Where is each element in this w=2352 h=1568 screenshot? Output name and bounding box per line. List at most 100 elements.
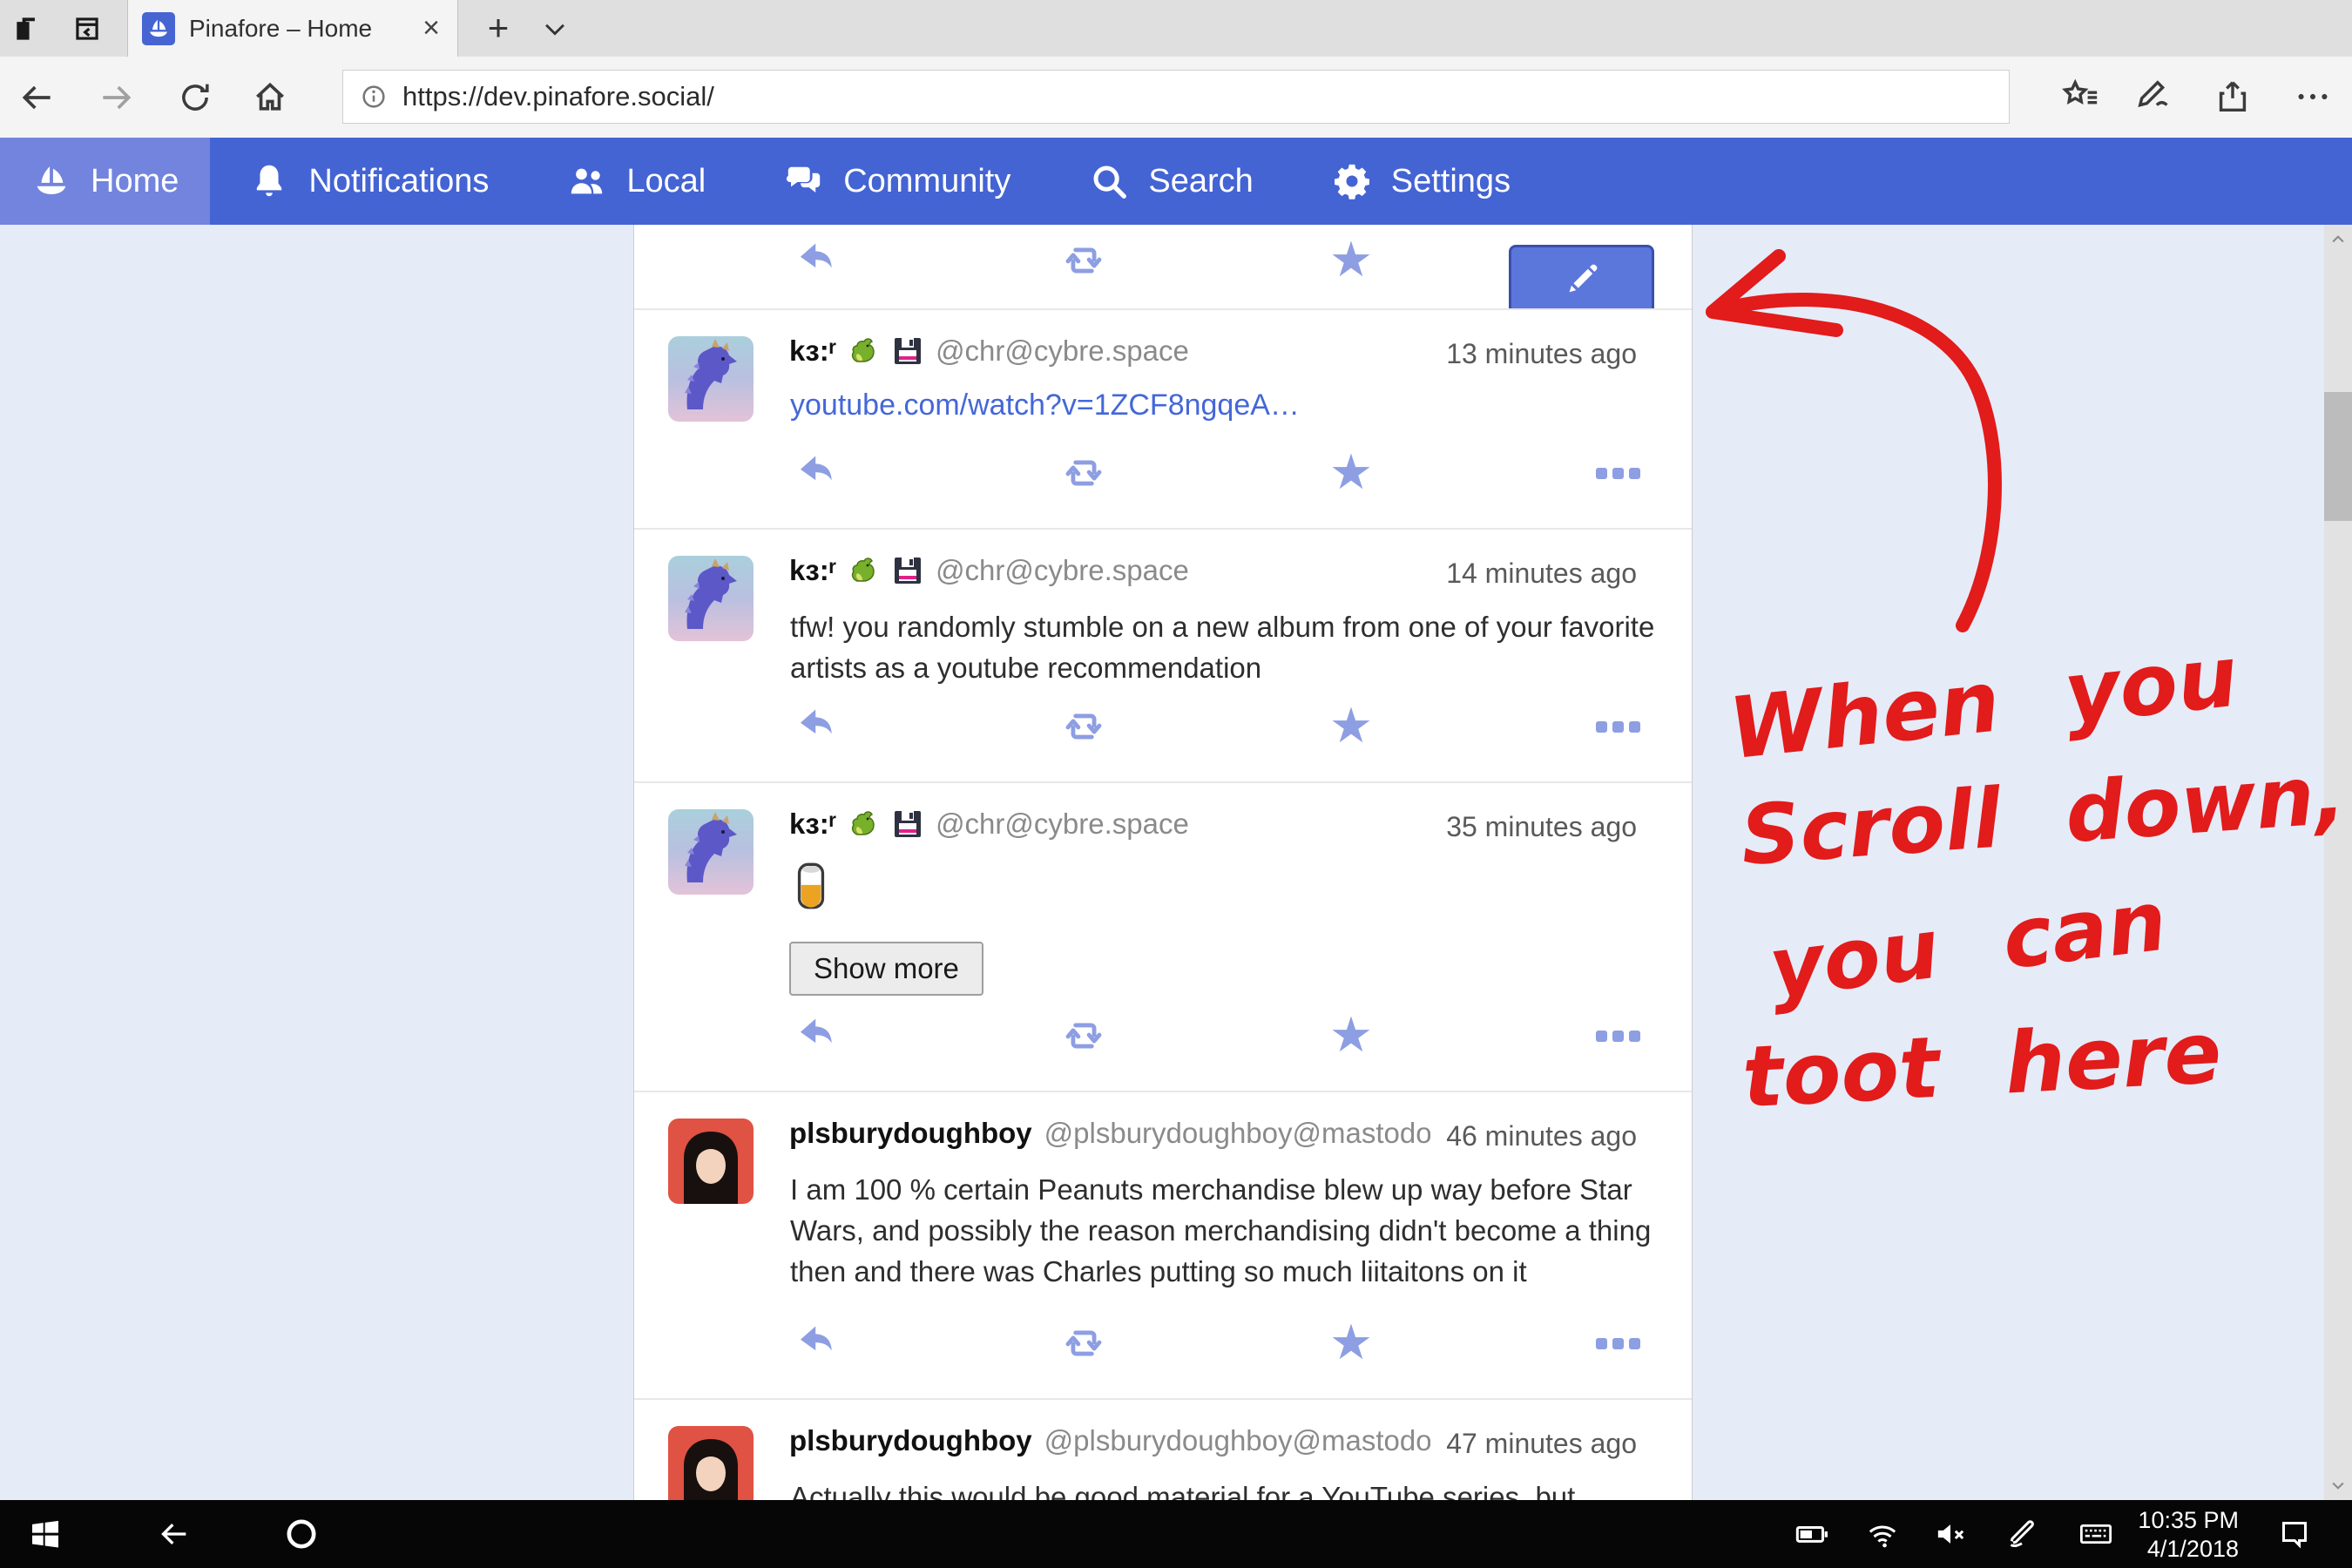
people-icon — [567, 161, 607, 201]
start-button windows-logo-icon[interactable] — [26, 1515, 64, 1553]
toot: kз:ʳ @chr@cybre.space 14 minutes ago tfw… — [634, 528, 1692, 781]
handwritten-annotation-line: When you — [1725, 627, 2242, 779]
pinafore-nav-bar: Home Notifications Local Community Searc… — [0, 138, 2352, 225]
toot-link[interactable]: youtube.com/watch?v=1ZCF8ngqeA… — [790, 389, 1300, 422]
volume-muted-icon[interactable] — [1931, 1515, 1970, 1553]
avatar dragon-avatar[interactable] — [668, 556, 754, 641]
nav-tab-home[interactable]: Home — [0, 138, 210, 225]
refresh-button refresh-icon[interactable] — [173, 76, 217, 119]
page-content: ★ kз:ʳ @chr@cybre.space 13 minutes ago — [0, 225, 2352, 1500]
toot-action-bar: ★ — [634, 701, 1692, 752]
toot-action-bar: ★ — [634, 448, 1692, 498]
green-dragon-emoji — [848, 335, 880, 367]
web-note-button pen-icon[interactable] — [2132, 74, 2178, 119]
boost-button boost-icon[interactable] — [1058, 1318, 1109, 1369]
tab-list-button chevron-down-icon[interactable] — [535, 10, 575, 47]
tab-preview-button[interactable] — [66, 9, 108, 49]
nav-label: Search — [1148, 163, 1253, 200]
more-options-button ellipsis-icon[interactable] — [1592, 1318, 1643, 1369]
toot-timestamp: 47 minutes ago — [1446, 1428, 1637, 1460]
scrollbar[interactable] — [2324, 225, 2352, 1500]
nav-tab-settings[interactable]: Settings — [1293, 138, 1550, 225]
favorite-button star-icon[interactable]: ★ — [1326, 1010, 1376, 1061]
tab-preview-icon — [71, 12, 104, 45]
avatar woman-avatar[interactable] — [668, 1119, 754, 1204]
taskbar-clock[interactable]: 10:35 PM 4/1/2018 — [2108, 1506, 2239, 1564]
browser-more-button ellipsis-icon[interactable] — [2290, 74, 2335, 119]
url-bar[interactable]: https://dev.pinafore.social/ — [342, 70, 2010, 124]
scrollbar-thumb[interactable] — [2324, 392, 2352, 521]
scroll-down-button chevron-down-icon[interactable] — [2324, 1470, 2352, 1500]
toot-header: plsburydoughboy @plsburydoughboy@mastodo… — [789, 1424, 1430, 1457]
boost-button boost-icon[interactable] — [1058, 448, 1109, 498]
battery-icon[interactable] — [1793, 1515, 1831, 1553]
wifi-icon[interactable] — [1863, 1515, 1902, 1553]
avatar dragon-avatar[interactable] — [668, 336, 754, 422]
reply-button reply-icon[interactable] — [793, 448, 843, 498]
nav-tab-local[interactable]: Local — [528, 138, 745, 225]
toot-timestamp: 35 minutes ago — [1446, 811, 1637, 843]
avatar woman-avatar[interactable] — [668, 1426, 754, 1500]
account-handle: @chr@cybre.space — [936, 808, 1189, 841]
floppy-disk-emoji — [892, 808, 923, 840]
reply-button reply-icon[interactable] — [793, 701, 843, 752]
edge-window: Pinafore – Home × + https://dev.pinafore… — [0, 0, 2352, 1568]
new-tab-button plus-icon[interactable]: + — [476, 5, 521, 51]
nav-tab-community[interactable]: Community — [745, 138, 1050, 225]
boost-button boost-icon[interactable] — [1058, 235, 1109, 286]
floppy-disk-emoji — [892, 555, 923, 586]
favorites-hub-button star-lines-icon[interactable] — [2058, 74, 2103, 119]
more-options-button ellipsis-icon[interactable] — [1592, 1010, 1643, 1061]
toot-partial: ★ — [634, 225, 1692, 308]
nav-tab-notifications[interactable]: Notifications — [210, 138, 528, 225]
cortana-button circle-icon[interactable] — [282, 1515, 321, 1553]
favorite-button star-icon[interactable]: ★ — [1326, 701, 1376, 752]
browser-tab[interactable]: Pinafore – Home × — [127, 0, 458, 57]
boost-button boost-icon[interactable] — [1058, 701, 1109, 752]
favorite-button star-icon[interactable]: ★ — [1326, 235, 1376, 286]
home-timeline: ★ kз:ʳ @chr@cybre.space 13 minutes ago — [633, 225, 1693, 1500]
display-name: kз:ʳ — [789, 554, 836, 587]
compose-toot-button[interactable] — [1509, 245, 1654, 308]
forward-button arrow-right-icon[interactable] — [94, 76, 138, 119]
home-button home-icon[interactable] — [248, 76, 292, 119]
share-button share-icon[interactable] — [2210, 74, 2255, 119]
green-dragon-emoji — [848, 555, 880, 586]
amber-drink-emoji — [796, 862, 826, 910]
nav-label: Settings — [1391, 163, 1511, 200]
sailboat-icon — [31, 161, 71, 201]
pen-icon[interactable] — [2003, 1515, 2041, 1553]
clock-date: 4/1/2018 — [2108, 1535, 2239, 1564]
set-aside-tabs-button[interactable] — [7, 9, 49, 49]
nav-tab-search[interactable]: Search — [1050, 138, 1292, 225]
set-aside-tabs-icon — [11, 12, 44, 45]
reply-button reply-icon[interactable] — [793, 235, 843, 286]
toot-action-bar: ★ — [634, 1318, 1692, 1369]
taskbar-back-button arrow-left-icon[interactable] — [155, 1515, 193, 1553]
action-center-button[interactable] — [2275, 1515, 2314, 1553]
back-button arrow-left-icon[interactable] — [16, 76, 59, 119]
toot-timestamp: 46 minutes ago — [1446, 1120, 1637, 1152]
nav-label: Notifications — [308, 163, 489, 200]
toot-timestamp: 13 minutes ago — [1446, 338, 1637, 370]
favorite-button star-icon[interactable]: ★ — [1326, 448, 1376, 498]
toot-text: Actually this would be good material for… — [790, 1477, 1687, 1500]
nav-label: Local — [626, 163, 706, 200]
reply-button reply-icon[interactable] — [793, 1010, 843, 1061]
avatar dragon-avatar[interactable] — [668, 809, 754, 895]
more-options-button ellipsis-icon[interactable] — [1592, 701, 1643, 752]
windows-taskbar: 10:35 PM 4/1/2018 — [0, 1500, 2352, 1568]
boost-button boost-icon[interactable] — [1058, 1010, 1109, 1061]
reply-button reply-icon[interactable] — [793, 1318, 843, 1369]
scroll-up-button chevron-up-icon[interactable] — [2324, 225, 2352, 254]
account-handle: @plsburydoughboy@mastodon.s… — [1044, 1117, 1430, 1150]
favorite-button star-icon[interactable]: ★ — [1326, 1318, 1376, 1369]
handwritten-annotation-line: you can — [1764, 874, 2172, 1017]
pencil-icon — [1562, 260, 1602, 300]
pinafore-favicon-sailboat-icon — [142, 12, 175, 45]
toot-header: kз:ʳ @chr@cybre.space — [789, 335, 1430, 368]
tab-close-button close-icon[interactable]: × — [419, 11, 443, 45]
toot: plsburydoughboy @plsburydoughboy@mastodo… — [634, 1091, 1692, 1398]
more-options-button ellipsis-icon[interactable] — [1592, 448, 1643, 498]
show-more-button[interactable]: Show more — [789, 942, 983, 996]
